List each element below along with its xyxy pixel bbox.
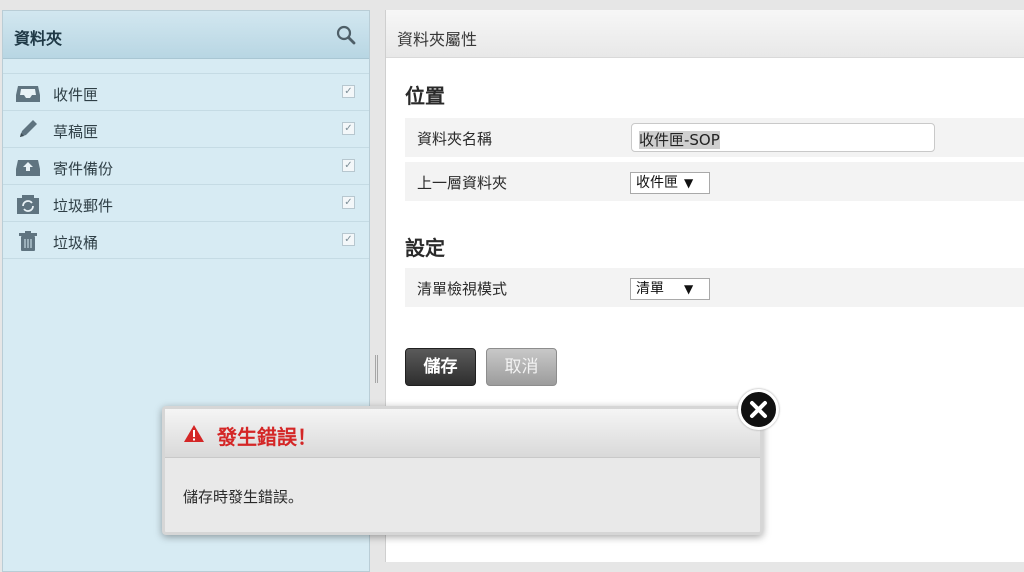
- folder-label: 垃圾郵件: [53, 197, 114, 215]
- cancel-button[interactable]: 取消: [486, 348, 557, 386]
- parent-folder-row: 上一層資料夾 收件匣 ▼: [405, 162, 1024, 202]
- folder-label: 垃圾桶: [53, 234, 99, 252]
- list-view-label: 清單檢視模式: [417, 280, 508, 298]
- inbox-icon: [16, 86, 40, 102]
- error-dialog-header: 發生錯誤！: [165, 409, 760, 458]
- folder-panel-title: 資料夾: [14, 29, 63, 48]
- list-view-row: 清單檢視模式 清單 ▼: [405, 268, 1024, 308]
- folder-checkbox[interactable]: ✓: [342, 196, 355, 209]
- folder-item-sent[interactable]: 寄件備份 ✓: [3, 148, 369, 185]
- folder-name-label: 資料夾名稱: [417, 130, 493, 148]
- folder-name-row: 資料夾名稱 收件匣-SOP: [405, 118, 1024, 158]
- save-button[interactable]: 儲存: [405, 348, 476, 386]
- properties-title: 資料夾屬性: [397, 30, 478, 49]
- error-dialog: 發生錯誤！ 儲存時發生錯誤。: [162, 406, 763, 535]
- folder-item-inbox[interactable]: 收件匣 ✓: [3, 74, 369, 111]
- chevron-down-icon: ▼: [684, 176, 694, 190]
- search-icon[interactable]: [335, 24, 357, 46]
- folder-label: 草稿匣: [53, 123, 99, 141]
- folder-item-junk[interactable]: 垃圾郵件 ✓: [3, 185, 369, 222]
- panel-resize-handle[interactable]: [374, 355, 379, 383]
- folder-checkbox[interactable]: ✓: [342, 159, 355, 172]
- properties-header: 資料夾屬性: [386, 10, 1024, 58]
- list-view-select[interactable]: 清單 ▼: [630, 278, 710, 300]
- trash-icon: [19, 231, 37, 251]
- chevron-down-icon: ▼: [684, 282, 694, 296]
- folder-item-trash[interactable]: 垃圾桶 ✓: [3, 222, 369, 259]
- location-section-title: 位置: [405, 84, 445, 108]
- close-icon: [750, 401, 767, 418]
- pencil-icon: [20, 120, 37, 137]
- parent-folder-label: 上一層資料夾: [417, 174, 508, 192]
- folder-checkbox[interactable]: ✓: [342, 122, 355, 135]
- folder-label: 寄件備份: [53, 160, 114, 178]
- parent-folder-value: 收件匣: [636, 175, 678, 191]
- folder-checkbox[interactable]: ✓: [342, 85, 355, 98]
- parent-folder-select[interactable]: 收件匣 ▼: [630, 172, 710, 194]
- settings-section-title: 設定: [405, 236, 445, 260]
- folder-label: 收件匣: [53, 86, 99, 104]
- folder-list: 收件匣 ✓ 草稿匣 ✓ 寄件備份 ✓ 垃圾郵件 ✓ 垃圾桶 ✓: [3, 73, 369, 259]
- warning-icon: [184, 425, 204, 442]
- folder-checkbox[interactable]: ✓: [342, 233, 355, 246]
- close-dialog-button[interactable]: [738, 389, 779, 430]
- folder-name-input[interactable]: 收件匣-SOP: [631, 123, 935, 152]
- error-dialog-title: 發生錯誤！: [217, 425, 317, 449]
- folder-name-value: 收件匣-SOP: [639, 131, 720, 149]
- sent-icon: [16, 160, 40, 176]
- folder-item-drafts[interactable]: 草稿匣 ✓: [3, 111, 369, 148]
- junk-icon: [17, 195, 39, 214]
- folder-panel-header: 資料夾: [3, 11, 369, 59]
- list-view-value: 清單: [636, 281, 664, 297]
- error-message: 儲存時發生錯誤。: [183, 488, 304, 506]
